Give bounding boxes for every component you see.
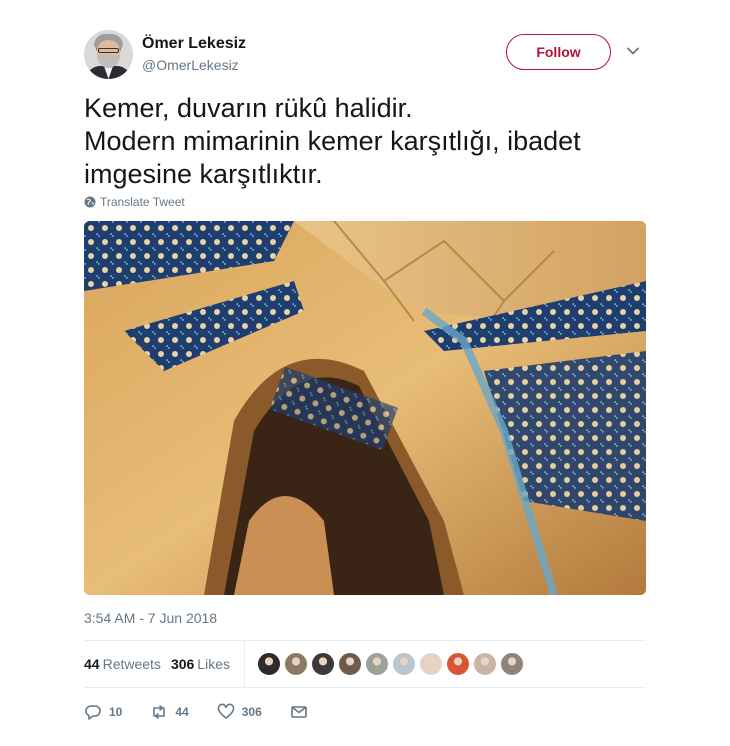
globe-icon	[84, 196, 96, 208]
liker-avatar[interactable]	[337, 652, 362, 676]
divider	[243, 641, 245, 687]
tweet-header: Ömer Lekesiz @OmerLekesiz Follow	[84, 30, 650, 80]
tweet-text: Kemer, duvarın rükû halidir. Modern mima…	[84, 92, 654, 191]
envelope-icon	[290, 706, 307, 718]
display-name[interactable]: Ömer Lekesiz	[142, 34, 246, 54]
retweet-button[interactable]: 44	[150, 703, 189, 721]
translate-label: Translate Tweet	[100, 195, 185, 209]
liker-avatar[interactable]	[283, 652, 308, 676]
retweet-count: 44	[175, 705, 189, 719]
avatar[interactable]	[84, 30, 133, 79]
liker-avatar[interactable]	[418, 652, 443, 676]
heart-icon	[217, 703, 235, 719]
translate-tweet-link[interactable]: Translate Tweet	[84, 195, 185, 209]
liker-avatar[interactable]	[364, 652, 389, 676]
likes-stat[interactable]: 306 Likes	[171, 656, 230, 672]
liker-avatar[interactable]	[472, 652, 497, 676]
retweets-count: 44	[84, 656, 100, 672]
reply-button[interactable]: 10	[84, 703, 122, 721]
liker-avatar[interactable]	[391, 652, 416, 676]
tweet-photo[interactable]	[84, 221, 646, 595]
like-count: 306	[241, 705, 262, 719]
divider	[84, 687, 646, 688]
tweet-stats: 44 Retweets 306 Likes	[84, 641, 646, 687]
tweet-text-line: Modern mimarinin kemer karşıtlığı, ibade…	[84, 126, 581, 156]
liker-avatar[interactable]	[256, 652, 281, 676]
reply-count: 10	[109, 705, 123, 719]
tweet-timestamp[interactable]: 3:54 AM - 7 Jun 2018	[84, 610, 217, 626]
user-names: Ömer Lekesiz @OmerLekesiz	[142, 34, 246, 74]
likes-count: 306	[170, 656, 195, 672]
user-handle[interactable]: @OmerLekesiz	[142, 56, 246, 74]
liker-avatar[interactable]	[310, 652, 335, 676]
tweet-text-line: Kemer, duvarın rükû halidir.	[84, 93, 413, 123]
direct-message-button[interactable]	[290, 703, 315, 721]
retweets-label: Retweets	[102, 656, 161, 672]
likes-label: Likes	[197, 656, 230, 672]
liker-avatar[interactable]	[445, 652, 470, 676]
liker-avatars	[256, 652, 524, 676]
reply-icon	[85, 705, 101, 720]
chevron-down-icon[interactable]	[626, 44, 640, 58]
tweet-text-line: imgesine karşıtlıktır.	[84, 159, 323, 189]
like-button[interactable]: 306	[217, 703, 262, 721]
follow-button[interactable]: Follow	[506, 34, 611, 70]
mosque-arch-photo	[84, 221, 646, 595]
retweet-icon	[153, 705, 166, 719]
liker-avatar[interactable]	[499, 652, 524, 676]
retweets-stat[interactable]: 44 Retweets	[84, 656, 161, 672]
tweet-actions: 10 44 306	[84, 700, 343, 724]
